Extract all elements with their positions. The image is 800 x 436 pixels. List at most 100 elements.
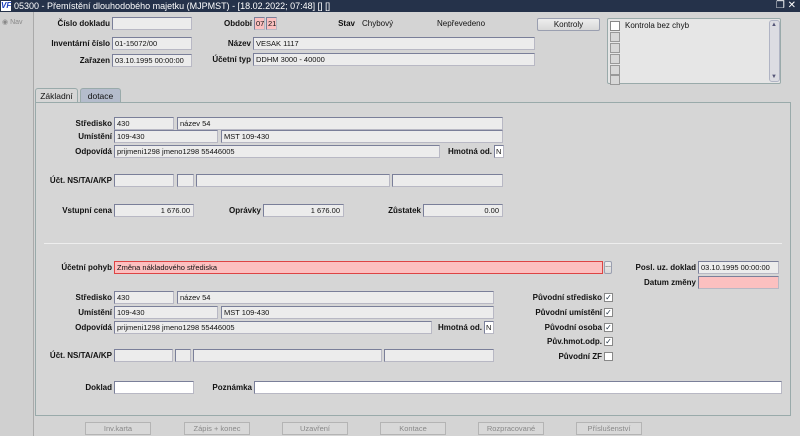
zapis-konec-button[interactable]: Zápis + konec [184,422,250,435]
stredisko-code-field[interactable]: 430 [114,117,174,130]
new-hmotna-field[interactable]: N [484,321,494,334]
datum-zmeny-label: Datum změny [643,278,696,287]
cislo-dokladu-label: Číslo dokladu [57,19,110,28]
ucet-ta-field[interactable] [177,174,194,187]
ucetni-typ-input[interactable]: DDHM 3000 - 40000 [253,53,535,66]
new-ucet-a-field[interactable] [193,349,382,362]
puvodni-osoba-checkbox[interactable]: ✓ [604,323,613,332]
checklist-scrollbar[interactable]: ▲ ▼ [769,20,780,82]
ucetni-pohyb-label: Účetní pohyb [61,263,112,272]
hmotna-field[interactable]: N [494,145,504,158]
window-title: 05300 - Přemístění dlouhodobého majetku … [14,1,331,11]
datum-zmeny-input[interactable] [698,276,779,289]
checklist-checkbox-empty[interactable] [610,65,620,75]
new-ucet-ns-field[interactable] [114,349,173,362]
poznamka-label: Poznámka [212,383,252,392]
tab-dotace[interactable]: dotace [80,88,121,102]
umisteni-code-field[interactable]: 109-430 [114,130,218,143]
lov-button[interactable]: ... [604,261,612,274]
doklad-label: Doklad [85,383,112,392]
zarazen-label: Zařazen [79,56,110,65]
stredisko-name-field[interactable]: název 54 [177,117,503,130]
stav-value: Chybový [362,19,394,28]
title-bar: 05300 - Přemístění dlouhodobého majetku … [0,0,800,12]
cislo-dokladu-input[interactable] [112,17,192,30]
puvodni-stredisko-label: Původní středisko [532,293,602,302]
obdobi-month-input[interactable]: 07 [254,17,265,30]
puv-hmot-odp-label: Pův.hmot.odp. [547,337,602,346]
new-ucet-ta-field[interactable] [175,349,191,362]
nazev-input[interactable]: VESAK 1117 [253,37,535,50]
odpovida-field[interactable]: prijmeni1298 jmeno1298 55446005 [114,145,440,158]
ucet-label: Účt. NS/TA/A/KP [49,176,112,185]
umisteni-label: Umístění [78,132,112,141]
uzavreni-button[interactable]: Uzavření [282,422,348,435]
new-ucet-kp-field[interactable] [384,349,494,362]
nazev-label: Název [227,39,251,48]
prislusenstvi-button[interactable]: Příslušenství [576,422,642,435]
doklad-input[interactable] [114,381,194,394]
section-divider [44,243,782,244]
ucet-label: Účt. NS/TA/A/KP [49,351,112,360]
checklist-item-label: Kontrola bez chyb [625,21,690,30]
odpovida-label: Odpovídá [75,323,112,332]
checklist-checkbox[interactable] [610,21,620,31]
kontroly-button[interactable]: Kontroly [537,18,600,31]
kontace-button[interactable]: Kontace [380,422,446,435]
puv-hmot-odp-checkbox[interactable]: ✓ [604,337,613,346]
puvodni-osoba-label: Původní osoba [544,323,602,332]
umisteni-label: Umístění [78,308,112,317]
obdobi-year-input[interactable]: 21 [266,17,277,30]
puvodni-umisteni-label: Původní umístění [535,308,602,317]
new-stredisko-name-field[interactable]: název 54 [177,291,494,304]
nav-panel: ◉ Nav [0,12,34,436]
new-odpovida-input[interactable]: prijmeni1298 jmeno1298 55446005 [114,321,432,334]
inv-karta-button[interactable]: Inv.karta [85,422,151,435]
prevod-status: Nepřevedeno [437,19,486,28]
obdobi-label: Období [224,19,252,28]
tab-zakladni[interactable]: Základní [35,88,78,103]
stredisko-label: Středisko [75,293,112,302]
hmotna-label: Hmotná od. [438,323,482,332]
rozpracovane-button[interactable]: Rozpracované [478,422,544,435]
opravky-field[interactable]: 1 676.00 [263,204,344,217]
opravky-label: Oprávky [228,206,261,215]
stredisko-label: Středisko [75,119,112,128]
umisteni-name-field[interactable]: MST 109-430 [221,130,503,143]
ucet-ns-field[interactable] [114,174,174,187]
ucet-kp-field[interactable] [392,174,503,187]
checklist-checkbox-empty[interactable] [610,75,620,85]
vstupni-cena-field[interactable]: 1 676.00 [114,204,194,217]
odpovida-label: Odpovídá [75,147,112,156]
scroll-down-icon[interactable]: ▼ [771,74,777,80]
zarazen-input[interactable]: 03.10.1995 00:00:00 [112,54,192,67]
zustatek-label: Zůstatek [388,206,421,215]
checklist-checkbox-empty[interactable] [610,43,620,53]
close-icon[interactable]: ✕ [788,0,796,11]
poznamka-input[interactable] [254,381,782,394]
posl-doklad-field[interactable]: 03.10.1995 00:00:00 [698,261,779,274]
zustatek-field[interactable]: 0.00 [423,204,503,217]
ucetni-pohyb-input[interactable]: Změna nákladového střediska [114,261,603,274]
stav-label: Stav [338,19,355,28]
inventarni-cislo-label: Inventární číslo [51,39,110,48]
vstupni-cena-label: Vstupní cena [62,206,112,215]
new-stredisko-code-input[interactable]: 430 [114,291,174,304]
hmotna-label: Hmotná od. [448,147,492,156]
puvodni-umisteni-checkbox[interactable]: ✓ [604,308,613,317]
puvodni-stredisko-checkbox[interactable]: ✓ [604,293,613,302]
inventarni-cislo-input[interactable]: 01-15072/00 [112,37,192,50]
app-logo-icon: VF [1,1,12,11]
restore-icon[interactable]: ❐ [776,0,785,11]
checklist-checkbox-empty[interactable] [610,32,620,42]
checklist-checkbox-empty[interactable] [610,54,620,64]
ucetni-typ-label: Účetní typ [212,55,251,64]
scroll-up-icon[interactable]: ▲ [771,22,777,28]
checklist-box: Kontrola bez chyb ▲ ▼ [607,18,781,85]
new-umisteni-name-field[interactable]: MST 109-430 [221,306,494,319]
posl-doklad-label: Posl. uz. doklad [635,263,696,272]
new-umisteni-code-input[interactable]: 109-430 [114,306,218,319]
puvodni-zf-checkbox[interactable] [604,352,613,361]
ucet-a-field[interactable] [196,174,390,187]
nav-button[interactable]: ◉ Nav [2,18,23,26]
